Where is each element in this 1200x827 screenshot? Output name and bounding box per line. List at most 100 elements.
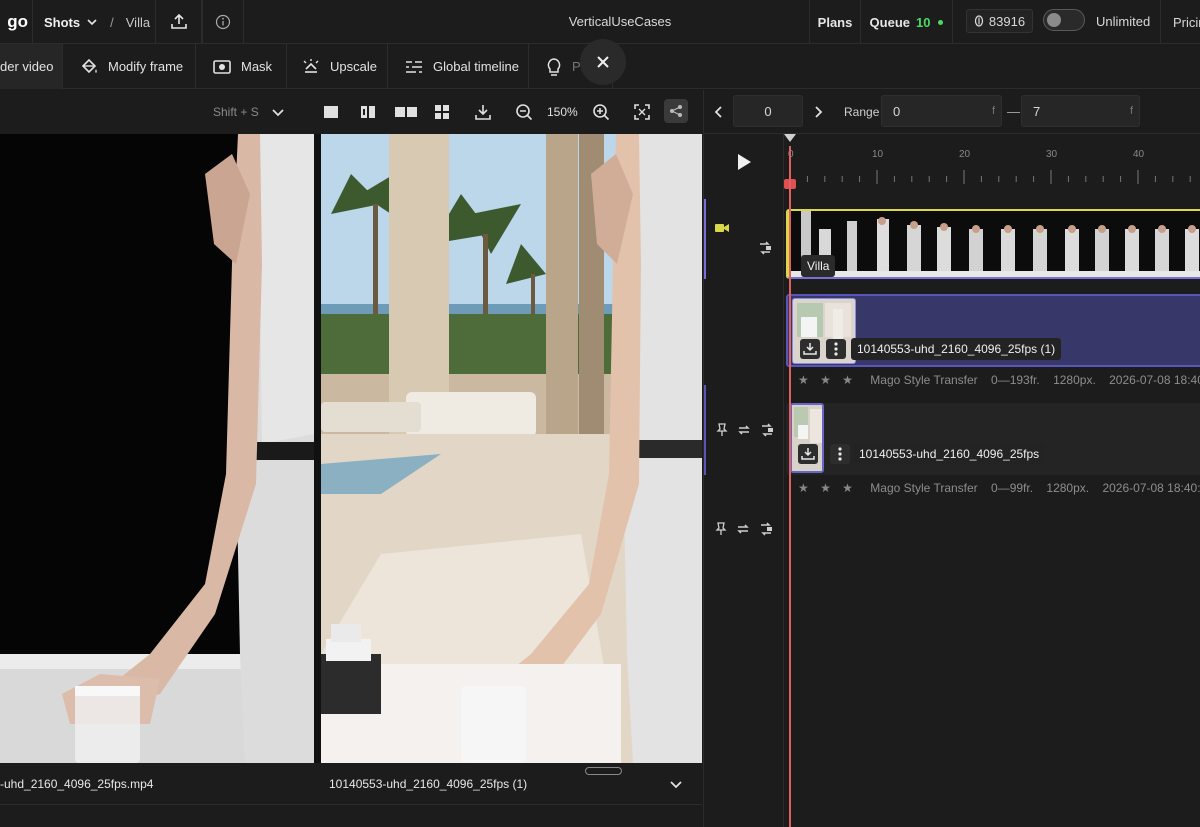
clip-2-more-button[interactable] [830,444,850,464]
tool-modify-frame[interactable]: Modify frame [63,44,196,89]
queue-count: 10 [916,14,931,30]
swap-camera-icon[interactable] [760,423,774,437]
track-labels [704,189,784,827]
tool-mask[interactable]: Mask [196,44,287,89]
tool-global-timeline[interactable]: Global timeline [388,44,529,89]
clip-track-1-header [704,385,784,475]
clip-1-download-button[interactable] [800,339,820,359]
credits-badge[interactable]: 83916 [966,9,1033,33]
ruler-tick-label: 40 [1133,149,1145,160]
ruler-tick-label: 10 [872,149,884,160]
clip-1-meta: ★ ★ ★ Mago Style Transfer 0—193fr. 1280p… [798,371,1200,389]
clip-2-resolution: 1280px. [1046,481,1090,495]
timeline-ruler[interactable]: 0 10 20 30 40 [784,134,1200,189]
video-track-label: Villa [801,255,836,277]
layout-grid-button[interactable] [432,102,452,122]
share-button[interactable] [664,99,688,123]
layout-dropdown[interactable] [268,102,288,122]
filmstrip-frames [789,211,1200,277]
split-divider[interactable] [314,134,321,763]
zoom-out-button[interactable] [514,102,534,122]
clip-1-timestamp: 2026-07-08 18:40:18 [1109,373,1200,387]
replace-icon[interactable] [737,423,751,437]
clip-2-meta: ★ ★ ★ Mago Style Transfer 0—99fr. 1280px… [798,479,1200,497]
playhead-line[interactable] [789,146,791,827]
upload-button[interactable] [155,0,202,44]
layout-side-by-side-button[interactable] [394,102,418,122]
unlimited-toggle[interactable] [1043,9,1085,31]
layout-single-button[interactable] [321,102,341,122]
viewer-footer: -uhd_2160_4096_25fps.mp4 10140553-uhd_21… [0,763,702,805]
pricing-link[interactable]: Pricin [1160,0,1200,44]
chevron-down-icon [87,19,97,26]
play-button[interactable] [704,134,784,189]
pin-icon[interactable] [716,423,728,437]
zoom-in-icon [593,104,610,121]
chevron-right-icon [815,106,823,118]
range-start-input[interactable]: 0 f [881,95,1002,127]
clip-1-more-button[interactable] [826,339,846,359]
grid-icon [435,105,449,119]
chevron-down-icon [272,109,284,117]
swap-camera-icon[interactable] [759,522,773,536]
mask-icon [213,59,231,74]
download-button[interactable] [473,102,493,122]
frame-unit: f [991,105,995,117]
app-logo[interactable]: go [0,0,33,44]
split-view-icon [361,106,375,118]
swap-camera-icon[interactable] [758,241,772,255]
left-file-name: -uhd_2160_4096_25fps.mp4 [0,777,154,791]
styled-video-frame[interactable] [321,134,702,763]
replace-icon[interactable] [736,522,750,536]
range-start-value: 0 [893,103,901,119]
original-video-frame[interactable] [0,134,314,763]
close-button[interactable] [580,39,626,85]
pin-icon[interactable] [715,522,727,536]
drag-handle[interactable] [585,767,622,775]
clip-2-download-button[interactable] [798,444,818,464]
tool-label: Upscale [330,59,377,74]
logo-text: go [7,12,28,31]
unlimited-label: Unlimited [1096,14,1151,29]
tool-label: Global timeline [433,59,519,74]
video-viewer[interactable] [0,134,702,763]
track-area[interactable]: Villa 10140553-uhd_2160_4096_25fps (1) ★… [784,189,1200,827]
upscale-icon [303,58,319,73]
current-frame-input[interactable]: 0 [733,95,803,127]
clip-2-rating[interactable]: ★ ★ ★ [798,481,857,495]
prev-frame-button[interactable] [706,96,732,128]
queue-button[interactable]: Queue 10 [861,0,953,44]
layout-split-button[interactable] [358,102,378,122]
clip-1-frames: 0—193fr. [991,373,1040,387]
zoom-in-button[interactable] [591,102,611,122]
chevron-down-icon [670,781,682,789]
tool-render-video[interactable]: der video [0,44,63,89]
file-dropdown[interactable] [666,774,686,794]
plans-button[interactable]: Plans [809,0,861,44]
next-frame-button[interactable] [805,96,831,128]
breadcrumb-separator: / [110,14,114,30]
video-track-header[interactable] [704,199,784,279]
current-frame-value: 0 [764,103,772,119]
zoom-out-icon [516,104,533,121]
range-end-input[interactable]: 7 f [1021,95,1140,127]
clip-1-rating[interactable]: ★ ★ ★ [798,373,857,387]
lightbulb-icon [547,57,561,76]
clip-track-2[interactable]: 10140553-uhd_2160_4096_25fps [786,403,1200,475]
ruler-tick-label: 20 [959,149,971,160]
tool-label: Mask [241,59,273,74]
info-button[interactable] [202,0,244,44]
shots-label: Shots [44,14,81,30]
fit-screen-icon [634,104,650,120]
breadcrumb-project[interactable]: Villa [126,15,150,30]
timeline-panel: 0 Range 0 f — 7 f 0 10 [703,90,1200,827]
clip-track-1[interactable]: 10140553-uhd_2160_4096_25fps (1) [786,294,1200,367]
video-filmstrip[interactable] [786,209,1200,279]
fit-screen-button[interactable] [632,102,652,122]
upload-icon [170,13,187,29]
timeline-icon [406,60,422,73]
close-icon [597,56,609,68]
download-icon [801,448,815,460]
clip-2-timestamp: 2026-07-08 18:40:11 [1102,481,1200,495]
tool-upscale[interactable]: Upscale [287,44,388,89]
